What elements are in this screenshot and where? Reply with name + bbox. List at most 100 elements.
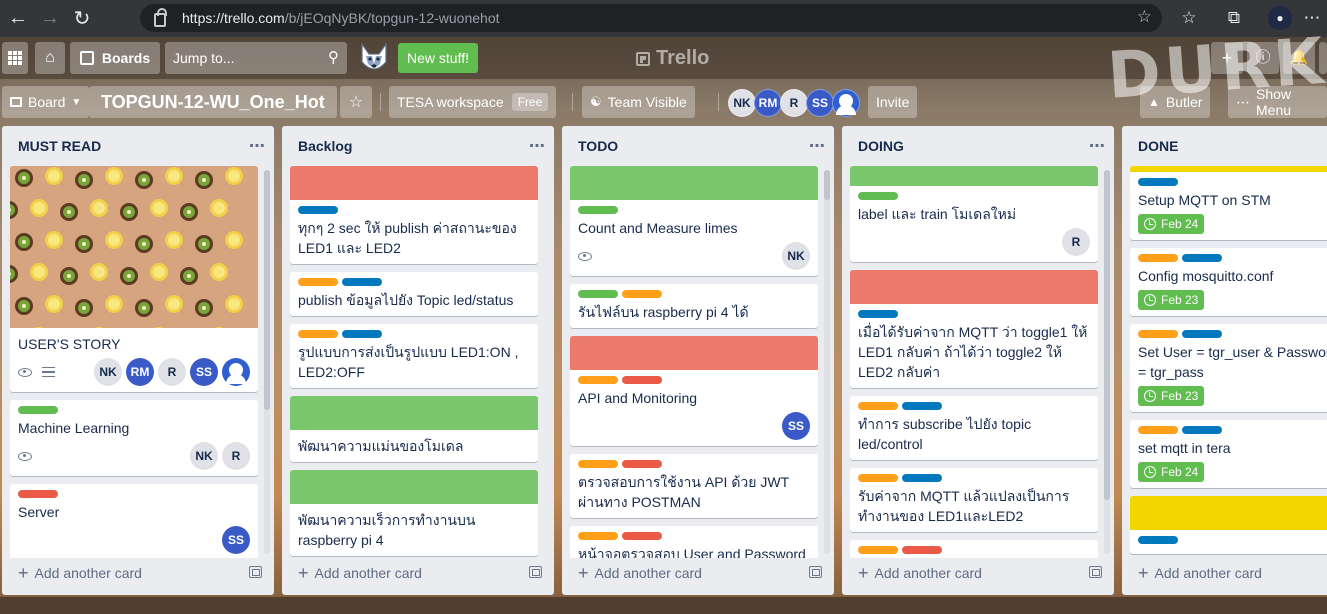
trello-logo[interactable]: Trello [636, 47, 709, 70]
butler-icon: ▲ [1148, 95, 1160, 109]
card-member[interactable]: SS [190, 358, 218, 386]
board-view-button[interactable]: Board ▼ [2, 86, 90, 118]
list-menu-icon[interactable]: ⋯ [529, 136, 546, 156]
add-card-button[interactable]: + Add another card [290, 557, 546, 589]
due-date-badge[interactable]: Feb 23 [1138, 290, 1205, 310]
chevron-down-icon: ▼ [71, 96, 82, 108]
card[interactable]: Setup MQTT on STM Feb 24 [1130, 166, 1327, 240]
card[interactable]: API and Monitoring SS [570, 336, 818, 446]
invite-button[interactable]: Invite [868, 86, 918, 118]
plus-icon: + [858, 562, 869, 583]
card[interactable]: label และ train โมเดลใหม่ R [850, 166, 1098, 262]
card[interactable]: set mqtt in tera Feb 24 [1130, 420, 1327, 488]
list-title[interactable]: TODO [578, 138, 618, 154]
card[interactable]: Server SS [10, 484, 258, 558]
add-card-button[interactable]: + Add another card [570, 557, 826, 589]
card-member[interactable]: NK [94, 358, 122, 386]
label-green [18, 406, 58, 414]
card-member[interactable]: SS [782, 412, 810, 440]
member-avatar[interactable]: RM [754, 89, 782, 117]
template-icon[interactable] [809, 566, 822, 578]
list-menu-icon[interactable]: ⋯ [1089, 136, 1106, 156]
label-orange [1138, 330, 1178, 338]
reload-icon[interactable]: ↻ [68, 5, 96, 33]
add-card-button[interactable]: + Add another card [10, 557, 266, 589]
home-button[interactable]: ⌂ [35, 42, 65, 74]
card-title: Machine Learning [18, 420, 130, 436]
card[interactable] [850, 540, 1098, 558]
card-cover [290, 396, 538, 430]
card-member[interactable]: R [1062, 228, 1090, 256]
card[interactable]: รับค่าจาก MQTT แล้วแปลงเป็นการทำงานของ L… [850, 468, 1098, 532]
due-date-badge[interactable]: Feb 23 [1138, 386, 1205, 406]
card[interactable]: รูปแบบการส่งเป็นรูปแบบ LED1:ON , LED2:OF… [290, 324, 538, 388]
card[interactable]: Config mosquitto.conf Feb 23 [1130, 248, 1327, 316]
member-avatar[interactable]: SS [806, 89, 834, 117]
template-icon[interactable] [249, 566, 262, 578]
card[interactable]: พัฒนาความแม่นของโมเดล [290, 396, 538, 462]
workspace-button[interactable]: TESA workspace Free [389, 86, 557, 118]
board-members: NK RM R SS [728, 89, 860, 117]
card[interactable]: USER'S STORY NK RM R SS [10, 166, 258, 392]
back-icon[interactable]: ← [4, 5, 32, 33]
card[interactable]: ตรวจสอบการใช้งาน API ด้วย JWT ผ่านทาง PO… [570, 454, 818, 518]
card-member[interactable]: SS [222, 526, 250, 554]
list-title[interactable]: MUST READ [18, 138, 101, 154]
forward-icon[interactable]: → [36, 5, 64, 33]
bookmark-star-icon[interactable]: ☆ [1137, 7, 1152, 27]
card[interactable]: ทำการ subscribe ไปยัง topic led/control [850, 396, 1098, 460]
butler-label: Butler [1165, 94, 1203, 110]
card[interactable]: รันไฟล์บน raspberry pi 4 ได้ [570, 284, 818, 328]
member-avatar[interactable]: R [780, 89, 808, 117]
add-card-button[interactable]: + Add another card [1130, 557, 1320, 589]
card-member[interactable]: RM [126, 358, 154, 386]
list-title[interactable]: DONE [1138, 138, 1178, 154]
show-menu-button[interactable]: ⋯ Show Menu [1228, 86, 1327, 118]
board-title[interactable]: TOPGUN-12-WU_One_Hot [89, 86, 337, 118]
star-board-icon[interactable]: ☆ [340, 86, 372, 118]
template-icon[interactable] [529, 566, 542, 578]
card-member[interactable]: NK [782, 242, 810, 270]
due-date-badge[interactable]: Feb 24 [1138, 214, 1205, 234]
member-avatar-picture[interactable] [832, 89, 860, 117]
new-stuff-button[interactable]: New stuff! [398, 43, 478, 73]
card-member[interactable]: NK [190, 442, 218, 470]
favorites-icon[interactable]: ☆ [1177, 6, 1201, 30]
card[interactable]: หน้าจอตรวจสอบ User and Password [570, 526, 818, 558]
card[interactable]: พัฒนาความเร็วการทำงานบน raspberry pi 4 [290, 470, 538, 556]
card-title: Setup MQTT on STM [1138, 192, 1271, 208]
jump-to-search[interactable]: Jump to... ⚲ [165, 42, 347, 74]
member-avatar[interactable]: NK [728, 89, 756, 117]
visibility-button[interactable]: ☯ Team Visible [582, 86, 695, 118]
boards-button[interactable]: Boards [70, 42, 160, 74]
card-title: หน้าจอตรวจสอบ User and Password [578, 546, 806, 558]
board-horizontal-scrollbar[interactable] [0, 597, 1327, 614]
list-scrollbar[interactable] [264, 170, 270, 554]
card[interactable]: ทุกๆ 2 sec ให้ publish ค่าสถานะของ LED1 … [290, 166, 538, 264]
list-title[interactable]: DOING [858, 138, 904, 154]
card[interactable]: เมื่อได้รับค่าจาก MQTT ว่า toggle1 ให้ L… [850, 270, 1098, 388]
card[interactable]: publish ข้อมูลไปยัง Topic led/status [290, 272, 538, 316]
list-scrollbar[interactable] [1104, 170, 1110, 554]
add-card-button[interactable]: + Add another card [850, 557, 1106, 589]
browser-toolbar: ← → ↻ https://trello.com/b/jEOqNyBK/topg… [0, 0, 1327, 37]
card[interactable] [1130, 496, 1327, 554]
list-menu-icon[interactable]: ⋯ [249, 136, 266, 156]
list-scrollbar[interactable] [824, 170, 830, 554]
list-title[interactable]: Backlog [298, 138, 352, 154]
card[interactable]: Count and Measure limes NK [570, 166, 818, 276]
apps-grid-icon[interactable] [2, 42, 28, 74]
address-bar[interactable]: https://trello.com/b/jEOqNyBK/topgun-12-… [140, 4, 1162, 32]
template-icon[interactable] [1089, 566, 1102, 578]
card-member[interactable]: R [158, 358, 186, 386]
list-menu-icon[interactable]: ⋯ [809, 136, 826, 156]
card[interactable]: Machine Learning NK R [10, 400, 258, 476]
due-date-badge[interactable]: Feb 24 [1138, 462, 1205, 482]
card-title: พัฒนาความเร็วการทำงานบน raspberry pi 4 [298, 512, 476, 548]
card[interactable]: Set User = tgr_user & Password = tgr_pas… [1130, 324, 1327, 412]
card-member-picture[interactable] [222, 358, 250, 386]
taco-husky-icon [361, 42, 387, 70]
butler-button[interactable]: ▲ Butler [1140, 86, 1211, 118]
card-member[interactable]: R [222, 442, 250, 470]
card-title: พัฒนาความแม่นของโมเดล [298, 438, 464, 454]
